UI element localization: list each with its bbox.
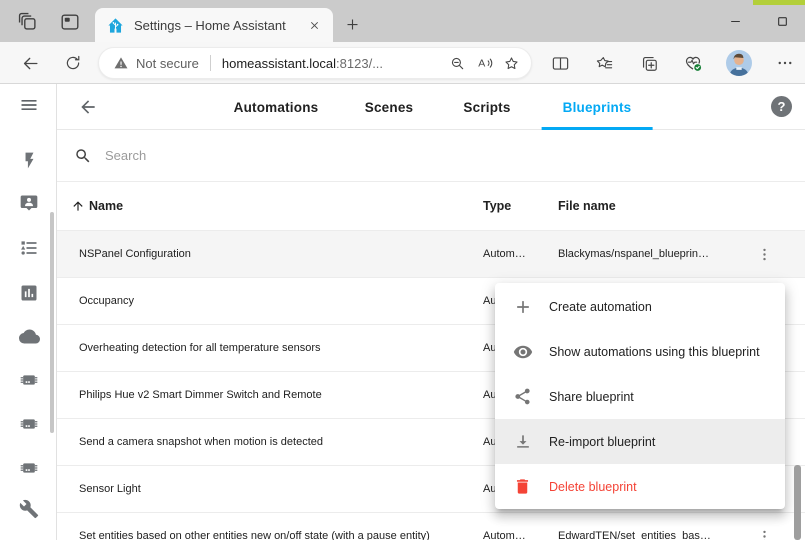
table-row[interactable]: NSPanel Configuration Autom… Blackymas/n… <box>57 231 805 278</box>
back-button-icon[interactable] <box>16 49 44 77</box>
page-scrollbar[interactable] <box>794 465 801 540</box>
tab-scenes[interactable]: Scenes <box>365 84 413 130</box>
browser-tab[interactable]: Settings – Home Assistant <box>95 8 333 42</box>
share-icon <box>513 387 533 407</box>
refresh-button-icon[interactable] <box>59 49 87 77</box>
table-row[interactable]: Set entities based on other entities new… <box>57 513 805 540</box>
url-host: homeassistant.local <box>222 56 336 71</box>
address-bar[interactable]: Not secure homeassistant.local :8123/...… <box>98 47 532 79</box>
menu-item-share-blueprint[interactable]: Share blueprint <box>495 374 785 419</box>
table-header: Name Type File name <box>57 182 805 231</box>
ha-sidebar <box>0 84 57 540</box>
sidebar-scrollbar[interactable] <box>50 212 54 433</box>
column-header-name[interactable]: Name <box>71 182 123 230</box>
sort-ascending-icon <box>71 199 85 213</box>
developer-tools-icon[interactable] <box>14 494 44 524</box>
not-secure-label: Not secure <box>136 56 199 71</box>
browser-essentials-icon[interactable] <box>679 49 707 77</box>
favorite-star-icon[interactable] <box>498 50 525 77</box>
collections-icon[interactable] <box>635 49 663 77</box>
browser-toolbar: Not secure homeassistant.local :8123/...… <box>0 42 805 84</box>
menu-hamburger-icon[interactable] <box>14 90 44 120</box>
energy-icon[interactable] <box>14 145 44 175</box>
search-icon <box>74 147 92 165</box>
workspaces-icon[interactable] <box>55 7 85 37</box>
window-maximize-button[interactable] <box>766 7 798 35</box>
search-row <box>57 130 805 182</box>
zoom-out-icon[interactable] <box>444 50 471 77</box>
menu-item-create-automation[interactable]: Create automation <box>495 284 785 329</box>
home-assistant-app: Automations Scenes Scripts Blueprints ? … <box>0 84 805 540</box>
tab-automations[interactable]: Automations <box>234 84 319 130</box>
tab-actions-icon[interactable] <box>13 7 43 37</box>
row-overflow-menu-icon[interactable] <box>751 523 777 540</box>
tab-close-icon[interactable] <box>303 14 325 36</box>
read-aloud-icon[interactable]: A <box>471 50 498 77</box>
blueprint-context-menu: Create automation Show automations using… <box>495 283 785 509</box>
download-icon <box>513 432 533 452</box>
home-assistant-logo-icon <box>107 17 124 34</box>
menu-item-show-automations[interactable]: Show automations using this blueprint <box>495 329 785 374</box>
search-input[interactable] <box>105 148 665 163</box>
trash-icon <box>513 477 533 497</box>
svg-text:A: A <box>478 57 485 69</box>
column-header-file[interactable]: File name <box>558 199 616 213</box>
row-overflow-menu-icon[interactable] <box>751 241 777 267</box>
device-chip-icon-1[interactable] <box>14 365 44 395</box>
column-header-type[interactable]: Type <box>483 199 511 213</box>
cloud-icon[interactable] <box>14 321 44 351</box>
ha-back-icon[interactable] <box>74 93 102 121</box>
eye-icon <box>513 342 533 362</box>
history-chart-icon[interactable] <box>14 278 44 308</box>
window-minimize-button[interactable] <box>719 7 751 35</box>
address-divider <box>210 55 211 71</box>
plus-icon <box>513 297 533 317</box>
help-icon[interactable]: ? <box>771 96 792 117</box>
new-tab-button[interactable] <box>338 10 366 38</box>
settings-more-icon[interactable] <box>771 49 799 77</box>
screen: Settings – Home Assistant <box>0 0 805 540</box>
screen-share-indicator <box>753 0 805 5</box>
device-chip-icon-3[interactable] <box>14 453 44 483</box>
browser-tab-strip: Settings – Home Assistant <box>0 0 805 42</box>
profile-avatar[interactable] <box>724 48 754 78</box>
tab-scripts[interactable]: Scripts <box>463 84 510 130</box>
tab-blueprints[interactable]: Blueprints <box>563 84 632 130</box>
url-path: :8123/... <box>336 56 383 71</box>
favorites-hub-icon[interactable] <box>590 49 618 77</box>
tab-title: Settings – Home Assistant <box>134 18 303 33</box>
assist-icon[interactable] <box>14 188 44 218</box>
todo-list-icon[interactable] <box>14 233 44 263</box>
device-chip-icon-2[interactable] <box>14 409 44 439</box>
split-screen-icon[interactable] <box>546 49 574 77</box>
ha-header: Automations Scenes Scripts Blueprints ? <box>57 84 805 130</box>
menu-item-reimport-blueprint[interactable]: Re-import blueprint <box>495 419 785 464</box>
menu-item-delete-blueprint[interactable]: Delete blueprint <box>495 464 785 509</box>
not-secure-warning-icon <box>113 55 129 71</box>
